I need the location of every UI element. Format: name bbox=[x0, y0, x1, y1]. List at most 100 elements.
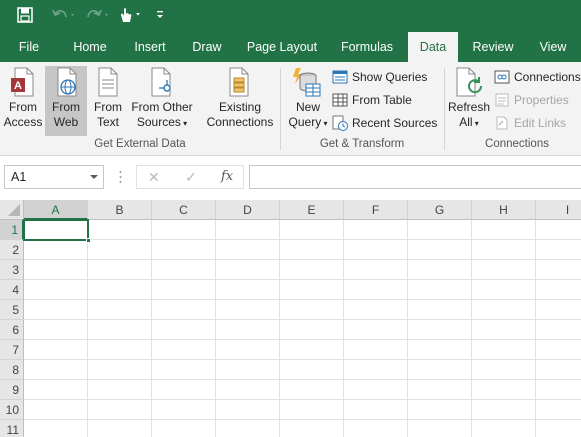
from-access-button[interactable]: A From Access bbox=[2, 66, 44, 136]
row-header-8[interactable]: 8 bbox=[0, 360, 24, 380]
properties-button[interactable]: Properties bbox=[494, 90, 569, 110]
column-header-f[interactable]: F bbox=[344, 200, 408, 220]
new-query-icon bbox=[286, 66, 330, 98]
touch-mode-icon[interactable] bbox=[114, 4, 146, 26]
connections-icon bbox=[494, 69, 510, 85]
row-header-7[interactable]: 7 bbox=[0, 340, 24, 360]
other-sources-icon bbox=[129, 66, 195, 98]
group-separator bbox=[280, 68, 281, 150]
row-header-5[interactable]: 5 bbox=[0, 300, 24, 320]
tab-data[interactable]: Data bbox=[408, 32, 458, 62]
column-header-c[interactable]: C bbox=[152, 200, 216, 220]
enter-icon[interactable]: ✓ bbox=[185, 169, 197, 186]
from-other-label-2: Sources ▾ bbox=[136, 115, 188, 129]
worksheet-grid: ABCDEFGHI 1 2 3 4 5 6 7 8 9 10 11 bbox=[0, 200, 581, 437]
recent-sources-button[interactable]: Recent Sources bbox=[332, 113, 437, 133]
chevron-down-icon[interactable] bbox=[90, 175, 98, 179]
grid-line bbox=[24, 319, 581, 320]
undo-icon[interactable] bbox=[48, 4, 80, 26]
grid-line bbox=[24, 379, 581, 380]
table-icon bbox=[332, 92, 348, 108]
tab-insert[interactable]: Insert bbox=[124, 32, 176, 62]
select-all-button[interactable] bbox=[0, 200, 24, 220]
existing-connections-button[interactable]: Existing Connections bbox=[204, 66, 276, 136]
web-globe-icon bbox=[45, 66, 87, 98]
from-text-label-1: From bbox=[94, 100, 122, 114]
ribbon: A From Access From Web From Text From Ot… bbox=[0, 62, 581, 156]
row-header-6[interactable]: 6 bbox=[0, 320, 24, 340]
tab-page-layout[interactable]: Page Layout bbox=[240, 32, 324, 62]
grid-line bbox=[24, 359, 581, 360]
grid-line bbox=[24, 339, 581, 340]
ribbon-tabs: File Home Insert Draw Page Layout Formul… bbox=[0, 32, 581, 62]
edit-links-button[interactable]: Edit Links bbox=[494, 113, 566, 133]
grid-line bbox=[407, 220, 408, 437]
grid-line bbox=[151, 220, 152, 437]
existing-label-1: Existing bbox=[218, 100, 262, 114]
tab-view[interactable]: View bbox=[532, 32, 574, 62]
show-queries-icon bbox=[332, 69, 348, 85]
row-header-2[interactable]: 2 bbox=[0, 240, 24, 260]
connections-button[interactable]: Connections bbox=[494, 67, 581, 87]
name-box[interactable]: A1 bbox=[4, 165, 104, 189]
tab-formulas[interactable]: Formulas bbox=[332, 32, 402, 62]
grid-line bbox=[87, 220, 88, 437]
grid-line bbox=[24, 399, 581, 400]
grid-line bbox=[279, 220, 280, 437]
grid-line bbox=[215, 220, 216, 437]
new-query-button[interactable]: New Query ▾ bbox=[286, 66, 330, 136]
column-header-e[interactable]: E bbox=[280, 200, 344, 220]
cancel-icon[interactable]: ✕ bbox=[148, 169, 160, 186]
active-cell[interactable] bbox=[23, 219, 89, 241]
fill-handle[interactable] bbox=[86, 238, 91, 243]
grid-line bbox=[535, 220, 536, 437]
from-table-label: From Table bbox=[352, 93, 412, 107]
tab-review[interactable]: Review bbox=[464, 32, 522, 62]
column-header-h[interactable]: H bbox=[472, 200, 536, 220]
recent-sources-icon bbox=[332, 115, 348, 131]
from-web-label-1: From bbox=[52, 100, 80, 114]
row-header-1[interactable]: 1 bbox=[0, 220, 24, 240]
from-other-sources-button[interactable]: From Other Sources ▾ bbox=[129, 66, 195, 136]
from-access-label-2: Access bbox=[3, 115, 43, 129]
row-header-4[interactable]: 4 bbox=[0, 280, 24, 300]
column-header-a[interactable]: A bbox=[24, 200, 88, 220]
connections-label: Connections bbox=[514, 70, 581, 84]
from-table-button[interactable]: From Table bbox=[332, 90, 412, 110]
group-label-get-transform: Get & Transform bbox=[319, 138, 405, 150]
recent-sources-label: Recent Sources bbox=[352, 116, 438, 130]
from-other-label-1: From Other bbox=[131, 100, 193, 114]
from-web-label-2: Web bbox=[53, 115, 79, 129]
customize-qat-icon[interactable] bbox=[152, 4, 168, 26]
grid-line bbox=[24, 419, 581, 420]
properties-icon bbox=[494, 92, 510, 108]
new-query-label-2: Query ▾ bbox=[288, 115, 328, 129]
column-header-b[interactable]: B bbox=[88, 200, 152, 220]
new-query-label-1: New bbox=[295, 100, 320, 114]
save-icon[interactable] bbox=[14, 4, 36, 26]
row-header-11[interactable]: 11 bbox=[0, 420, 24, 437]
formula-bar-splitter[interactable] bbox=[119, 170, 122, 184]
grid-line bbox=[24, 259, 581, 260]
text-file-icon bbox=[88, 66, 128, 98]
tab-home[interactable]: Home bbox=[64, 32, 116, 62]
column-header-d[interactable]: D bbox=[216, 200, 280, 220]
row-header-10[interactable]: 10 bbox=[0, 400, 24, 420]
formula-controls: ✕ ✓ fx bbox=[136, 165, 244, 189]
column-header-g[interactable]: G bbox=[408, 200, 472, 220]
show-queries-label: Show Queries bbox=[352, 70, 428, 84]
column-header-i[interactable]: I bbox=[536, 200, 581, 220]
tab-draw[interactable]: Draw bbox=[184, 32, 230, 62]
redo-icon[interactable] bbox=[82, 4, 114, 26]
tab-file[interactable]: File bbox=[8, 32, 50, 62]
from-web-button[interactable]: From Web bbox=[45, 66, 87, 136]
row-header-3[interactable]: 3 bbox=[0, 260, 24, 280]
formula-input[interactable] bbox=[249, 165, 581, 189]
row-header-9[interactable]: 9 bbox=[0, 380, 24, 400]
refresh-all-button[interactable]: Refresh All ▾ bbox=[447, 66, 491, 136]
show-queries-button[interactable]: Show Queries bbox=[332, 67, 427, 87]
svg-text:A: A bbox=[14, 80, 22, 92]
from-text-button[interactable]: From Text bbox=[88, 66, 128, 136]
properties-label: Properties bbox=[514, 93, 569, 107]
insert-function-icon[interactable]: fx bbox=[221, 169, 233, 184]
